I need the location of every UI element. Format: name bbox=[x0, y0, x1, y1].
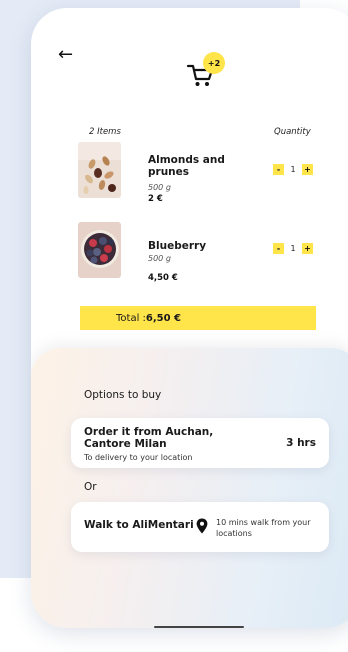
total-label: Total : bbox=[116, 312, 146, 324]
phone-screen: ← +2 2 Items Quantity Almonds and prunes… bbox=[31, 8, 348, 628]
product-weight: 500 g bbox=[148, 254, 171, 263]
blueberry-product-image bbox=[78, 222, 121, 278]
quantity-value: 1 bbox=[290, 244, 296, 253]
items-count-label: 2 Items bbox=[89, 127, 121, 137]
cart-item-almonds: Almonds and prunes 500 g 2 € - 1 + bbox=[78, 142, 323, 204]
product-price: 2 € bbox=[148, 194, 163, 204]
arrow-left-icon[interactable]: ← bbox=[58, 46, 73, 64]
decrease-quantity-button[interactable]: - bbox=[273, 164, 284, 175]
decrease-quantity-button[interactable]: - bbox=[273, 243, 284, 254]
product-name: Almonds and prunes bbox=[148, 154, 225, 178]
quantity-stepper: - 1 + bbox=[273, 243, 313, 254]
total-bar: Total : 6,50 € bbox=[80, 306, 316, 330]
location-pin-icon bbox=[196, 518, 208, 534]
walk-option-detail: 10 mins walk from your locations bbox=[216, 518, 311, 538]
options-title: Options to buy bbox=[84, 389, 162, 401]
quantity-column-label: Quantity bbox=[274, 127, 311, 137]
walk-to-store-option[interactable]: Walk to AliMentari 10 mins walk from you… bbox=[71, 502, 329, 552]
options-sheet: Options to buy Order it from Auchan, Can… bbox=[31, 348, 348, 628]
order-option-time: 3 hrs bbox=[286, 437, 316, 449]
product-name: Blueberry bbox=[148, 240, 207, 252]
or-separator: Or bbox=[84, 481, 97, 493]
increase-quantity-button[interactable]: + bbox=[302, 164, 313, 175]
order-online-option[interactable]: Order it from Auchan, Cantore Milan To d… bbox=[71, 418, 329, 468]
walk-option-title: Walk to AliMentari bbox=[84, 519, 194, 531]
almonds-product-image bbox=[78, 142, 121, 198]
total-amount: 6,50 € bbox=[145, 312, 182, 324]
order-option-title: Order it from Auchan, Cantore Milan bbox=[84, 426, 214, 450]
product-price: 4,50 € bbox=[148, 273, 178, 283]
product-weight: 500 g bbox=[148, 183, 171, 192]
quantity-value: 1 bbox=[290, 165, 296, 174]
order-option-subtitle: To delivery to your location bbox=[84, 453, 193, 462]
cart-badge: +2 bbox=[203, 52, 225, 74]
increase-quantity-button[interactable]: + bbox=[302, 243, 313, 254]
home-indicator bbox=[154, 626, 244, 628]
quantity-stepper: - 1 + bbox=[273, 164, 313, 175]
cart-item-blueberry: Blueberry 500 g 4,50 € - 1 + bbox=[78, 222, 323, 284]
